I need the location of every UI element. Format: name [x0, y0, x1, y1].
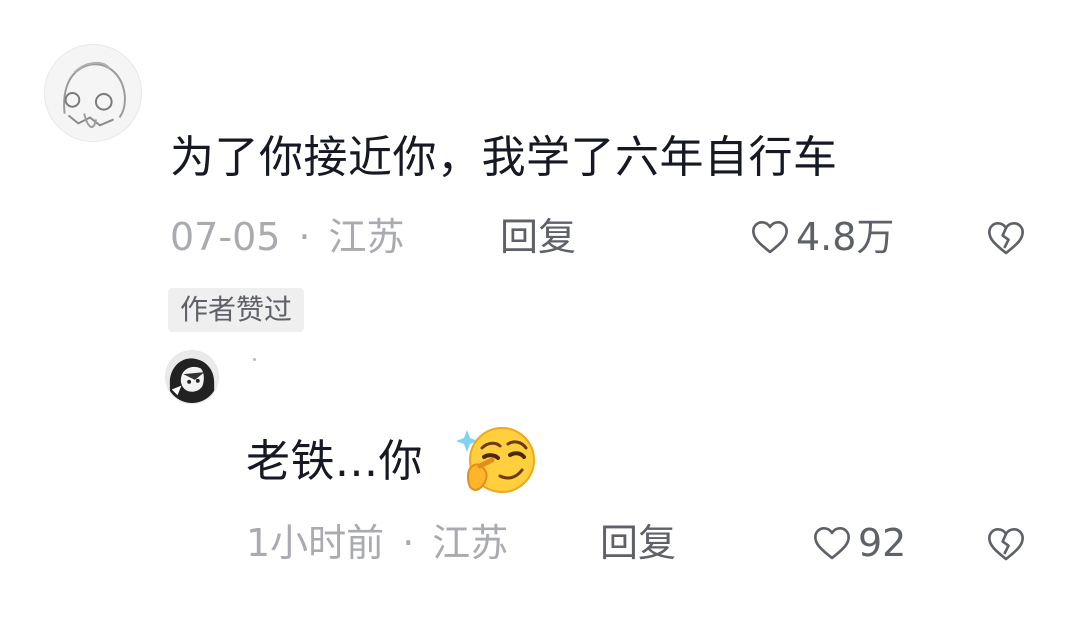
anime-avatar-icon: [166, 351, 218, 403]
broken-heart-icon: [988, 222, 1024, 255]
like-button[interactable]: 4.8万: [750, 212, 894, 262]
author-liked-badge: 作者赞过: [168, 288, 305, 332]
reply-button[interactable]: 回复: [500, 212, 576, 262]
reply-comment-text: 老铁...你: [246, 436, 423, 487]
comment-text: 为了你接近你，我学了六年自行车: [170, 132, 838, 183]
comment-meta: 07-05 · 江苏: [170, 212, 405, 262]
like-count: 4.8万: [796, 215, 895, 259]
broken-heart-icon: [988, 528, 1024, 561]
dislike-button[interactable]: [986, 524, 1026, 564]
like-count: 92: [858, 521, 907, 565]
sketch-avatar-icon: [45, 45, 141, 141]
comment-location: 江苏: [328, 215, 405, 259]
heart-outline-icon: [752, 221, 788, 254]
reply-comment-meta: 1小时前 · 江苏: [246, 518, 508, 568]
like-button[interactable]: 92: [812, 518, 906, 568]
meta-separator: ·: [402, 521, 415, 565]
reply-button[interactable]: 回复: [600, 518, 676, 568]
heart-outline-icon: [814, 527, 850, 560]
dislike-button[interactable]: [986, 218, 1026, 258]
meta-separator: ·: [298, 215, 311, 259]
commenter-avatar[interactable]: [44, 44, 142, 142]
reply-comment-date: 1小时前: [246, 521, 385, 565]
reply-comment-location: 江苏: [432, 521, 509, 565]
reply-commenter-avatar[interactable]: [165, 350, 219, 404]
comment-date: 07-05: [170, 215, 281, 259]
decorative-dot: [253, 358, 256, 361]
thinking-smirk-emoji-icon: [456, 424, 538, 496]
